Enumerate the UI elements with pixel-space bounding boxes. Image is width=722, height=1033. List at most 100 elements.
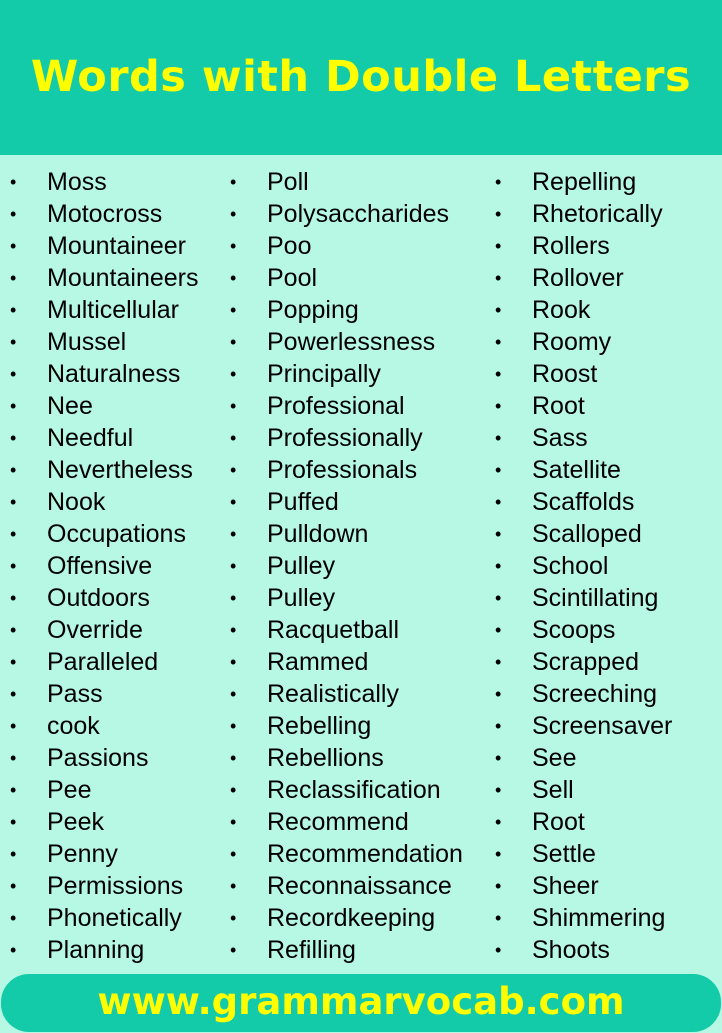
bullet-icon: • <box>230 396 237 416</box>
word-text: Peek <box>47 808 104 836</box>
bullet-icon: • <box>495 652 502 672</box>
bullet-icon: • <box>230 268 237 288</box>
bullet-icon: • <box>495 236 502 256</box>
word-text: Override <box>47 616 143 644</box>
word-text: Needful <box>47 424 134 452</box>
bullet-icon: • <box>230 204 237 224</box>
bullet-icon: • <box>10 396 17 416</box>
bullet-icon: • <box>10 364 17 384</box>
word-text: Professionally <box>267 424 423 452</box>
bullet-icon: • <box>495 396 502 416</box>
word-text: Realistically <box>267 680 399 708</box>
bullet-icon: • <box>230 428 237 448</box>
bullet-icon: • <box>10 716 17 736</box>
bullet-icon: • <box>10 492 17 512</box>
word-text: Mussel <box>47 328 127 356</box>
word-text: Scalloped <box>532 520 642 548</box>
bullet-icon: • <box>230 652 237 672</box>
bullet-icon: • <box>10 460 17 480</box>
bullet-icon: • <box>230 236 237 256</box>
word-text: Penny <box>47 840 118 868</box>
word-text: Mountaineers <box>47 264 199 292</box>
word-text: Paralleled <box>47 648 159 676</box>
bullet-icon: • <box>10 876 17 896</box>
word-text: Rebellions <box>267 744 384 772</box>
bullet-icon: • <box>10 620 17 640</box>
bullet-icon: • <box>495 908 502 928</box>
word-text: Puffed <box>267 488 339 516</box>
bullet-icon: • <box>10 556 17 576</box>
bullet-icon: • <box>495 492 502 512</box>
word-text: Sheer <box>532 872 599 900</box>
word-text: Roost <box>532 360 598 388</box>
word-text: Reclassification <box>267 776 441 804</box>
word-text: Rammed <box>267 648 369 676</box>
word-text: Scaffolds <box>532 488 635 516</box>
page-title: Words with Double Letters <box>30 51 692 102</box>
word-text: Pulley <box>267 584 336 612</box>
bullet-icon: • <box>10 940 17 960</box>
bullet-icon: • <box>230 844 237 864</box>
word-text: Pool <box>267 264 318 292</box>
word-text: Pulley <box>267 552 336 580</box>
word-text: Professionals <box>267 456 418 484</box>
word-text: Screensaver <box>532 712 673 740</box>
word-text: Shoots <box>532 936 610 964</box>
bullet-icon: • <box>10 908 17 928</box>
bullet-icon: • <box>230 172 237 192</box>
word-text: School <box>532 552 609 580</box>
word-text: Nook <box>47 488 106 516</box>
word-text: Professional <box>267 392 405 420</box>
word-text: Permissions <box>47 872 184 900</box>
word-text: Phonetically <box>47 904 182 932</box>
word-text: Outdoors <box>47 584 150 612</box>
word-text: Motocross <box>47 200 163 228</box>
word-text: Rollers <box>532 232 610 260</box>
bullet-icon: • <box>230 748 237 768</box>
word-text: Recommend <box>267 808 409 836</box>
word-text: Reconnaissance <box>267 872 452 900</box>
bullet-icon: • <box>495 172 502 192</box>
word-text: Polysaccharides <box>267 200 450 228</box>
word-text: Scintillating <box>532 584 659 612</box>
word-text: Repelling <box>532 168 637 196</box>
bullet-icon: • <box>230 524 237 544</box>
word-text: Rhetorically <box>532 200 663 228</box>
word-text: Mountaineer <box>47 232 186 260</box>
word-text: Nee <box>47 392 93 420</box>
bullet-icon: • <box>230 460 237 480</box>
bullet-icon: • <box>230 684 237 704</box>
bullet-icon: • <box>495 524 502 544</box>
word-text: Moss <box>47 168 107 196</box>
footer-banner: www.grammarvocab.com <box>1 974 721 1032</box>
bullet-icon: • <box>230 908 237 928</box>
word-text: Settle <box>532 840 596 868</box>
word-text: Shimmering <box>532 904 666 932</box>
bullet-icon: • <box>495 268 502 288</box>
bullet-icon: • <box>495 684 502 704</box>
word-text: Refilling <box>267 936 356 964</box>
bullet-icon: • <box>230 332 237 352</box>
bullet-icon: • <box>495 844 502 864</box>
bullet-icon: • <box>495 716 502 736</box>
bullet-icon: • <box>230 876 237 896</box>
bullet-icon: • <box>495 940 502 960</box>
bullet-icon: • <box>230 812 237 832</box>
word-text: Sass <box>532 424 588 452</box>
bullet-icon: • <box>495 812 502 832</box>
bullet-icon: • <box>495 204 502 224</box>
word-text: Nevertheless <box>47 456 193 484</box>
word-text: Rook <box>532 296 591 324</box>
bullet-icon: • <box>10 204 17 224</box>
bullet-icon: • <box>10 524 17 544</box>
word-text: Rebelling <box>267 712 372 740</box>
word-text: Scrapped <box>532 648 640 676</box>
bullet-icon: • <box>230 940 237 960</box>
word-text: Occupations <box>47 520 186 548</box>
bullet-icon: • <box>495 428 502 448</box>
word-text: Racquetball <box>267 616 400 644</box>
word-text: Pee <box>47 776 92 804</box>
word-text: Root <box>532 808 585 836</box>
bullet-icon: • <box>495 780 502 800</box>
bullet-icon: • <box>495 364 502 384</box>
